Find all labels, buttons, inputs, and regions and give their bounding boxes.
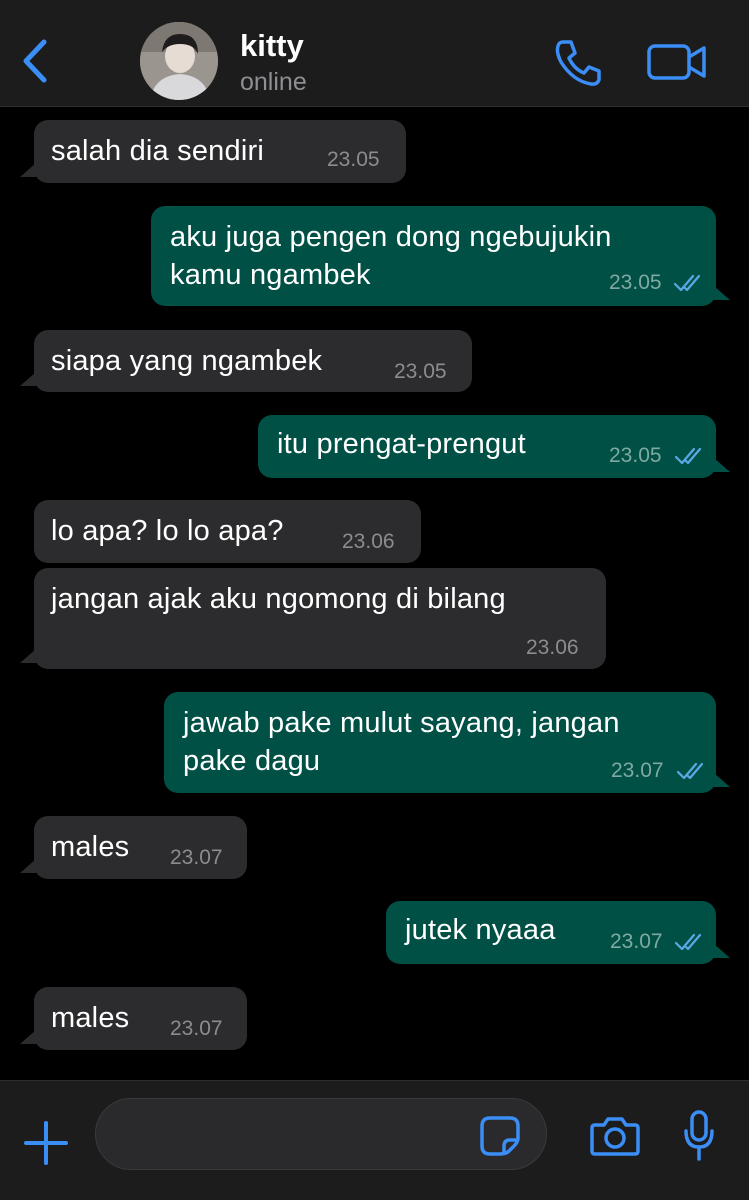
message-time: 23.05 <box>327 148 380 171</box>
message-text: jawab pake mulut sayang, jangan pake dag… <box>183 707 620 777</box>
microphone-button[interactable] <box>682 1109 716 1163</box>
message-bubble-incoming[interactable]: jangan ajak aku ngomong di bilang 23.06 <box>20 568 606 669</box>
camera-icon <box>590 1117 640 1156</box>
message-time: 23.07 <box>170 1017 223 1040</box>
message-time: 23.06 <box>526 636 579 659</box>
message-text: lo apa? lo lo apa? <box>51 515 284 547</box>
message-text: itu prengat-prengut <box>277 428 526 460</box>
message-bubble-outgoing[interactable]: jawab pake mulut sayang, jangan pake dag… <box>164 692 730 793</box>
message-bubble-incoming[interactable]: siapa yang ngambek 23.05 <box>20 330 472 392</box>
message-text: salah dia sendiri <box>51 135 264 167</box>
message-bubble-outgoing[interactable]: jutek nyaaa 23.07 <box>386 901 730 964</box>
microphone-icon <box>684 1110 714 1161</box>
phone-icon <box>555 40 601 86</box>
attach-button[interactable] <box>22 1119 70 1167</box>
avatar[interactable] <box>140 22 218 100</box>
message-time: 23.07 <box>610 930 663 953</box>
chat-header: kitty online <box>0 0 749 107</box>
double-check-icon <box>676 762 704 780</box>
video-camera-icon <box>647 44 706 80</box>
voice-call-button[interactable] <box>553 38 603 88</box>
message-bubble-outgoing[interactable]: itu prengat-prengut 23.05 <box>258 415 730 478</box>
message-time: 23.05 <box>394 360 447 383</box>
message-text: males <box>51 1002 130 1034</box>
message-time: 23.07 <box>611 759 664 782</box>
camera-button[interactable] <box>589 1115 641 1157</box>
contact-status: online <box>240 68 307 96</box>
message-text: males <box>51 831 130 863</box>
message-bubble-incoming[interactable]: males 23.07 <box>20 987 247 1050</box>
message-bubble-incoming[interactable]: salah dia sendiri 23.05 <box>20 120 406 183</box>
message-time: 23.05 <box>609 444 662 467</box>
double-check-icon <box>673 274 701 292</box>
plus-icon <box>24 1121 68 1165</box>
message-bubble-incoming[interactable]: lo apa? lo lo apa? 23.06 <box>34 500 421 563</box>
message-input-bar <box>0 1080 749 1200</box>
message-text: jutek nyaaa <box>405 914 556 946</box>
sticker-icon <box>480 1116 520 1156</box>
message-bubble-outgoing[interactable]: aku juga pengen dong ngebujukin kamu nga… <box>151 206 730 306</box>
message-text: siapa yang ngambek <box>51 345 323 377</box>
message-time: 23.05 <box>609 271 662 294</box>
double-check-icon <box>674 933 702 951</box>
message-text: aku juga pengen dong ngebujukin kamu nga… <box>170 221 612 291</box>
message-bubble-incoming[interactable]: males 23.07 <box>20 816 247 879</box>
video-call-button[interactable] <box>646 40 708 84</box>
sticker-button[interactable] <box>478 1114 522 1158</box>
contact-name[interactable]: kitty <box>240 28 304 64</box>
back-button[interactable] <box>18 36 52 86</box>
message-time: 23.06 <box>342 530 395 553</box>
chevron-left-icon <box>23 39 47 83</box>
message-text: jangan ajak aku ngomong di bilang <box>51 583 506 615</box>
message-time: 23.07 <box>170 846 223 869</box>
double-check-icon <box>674 447 702 465</box>
